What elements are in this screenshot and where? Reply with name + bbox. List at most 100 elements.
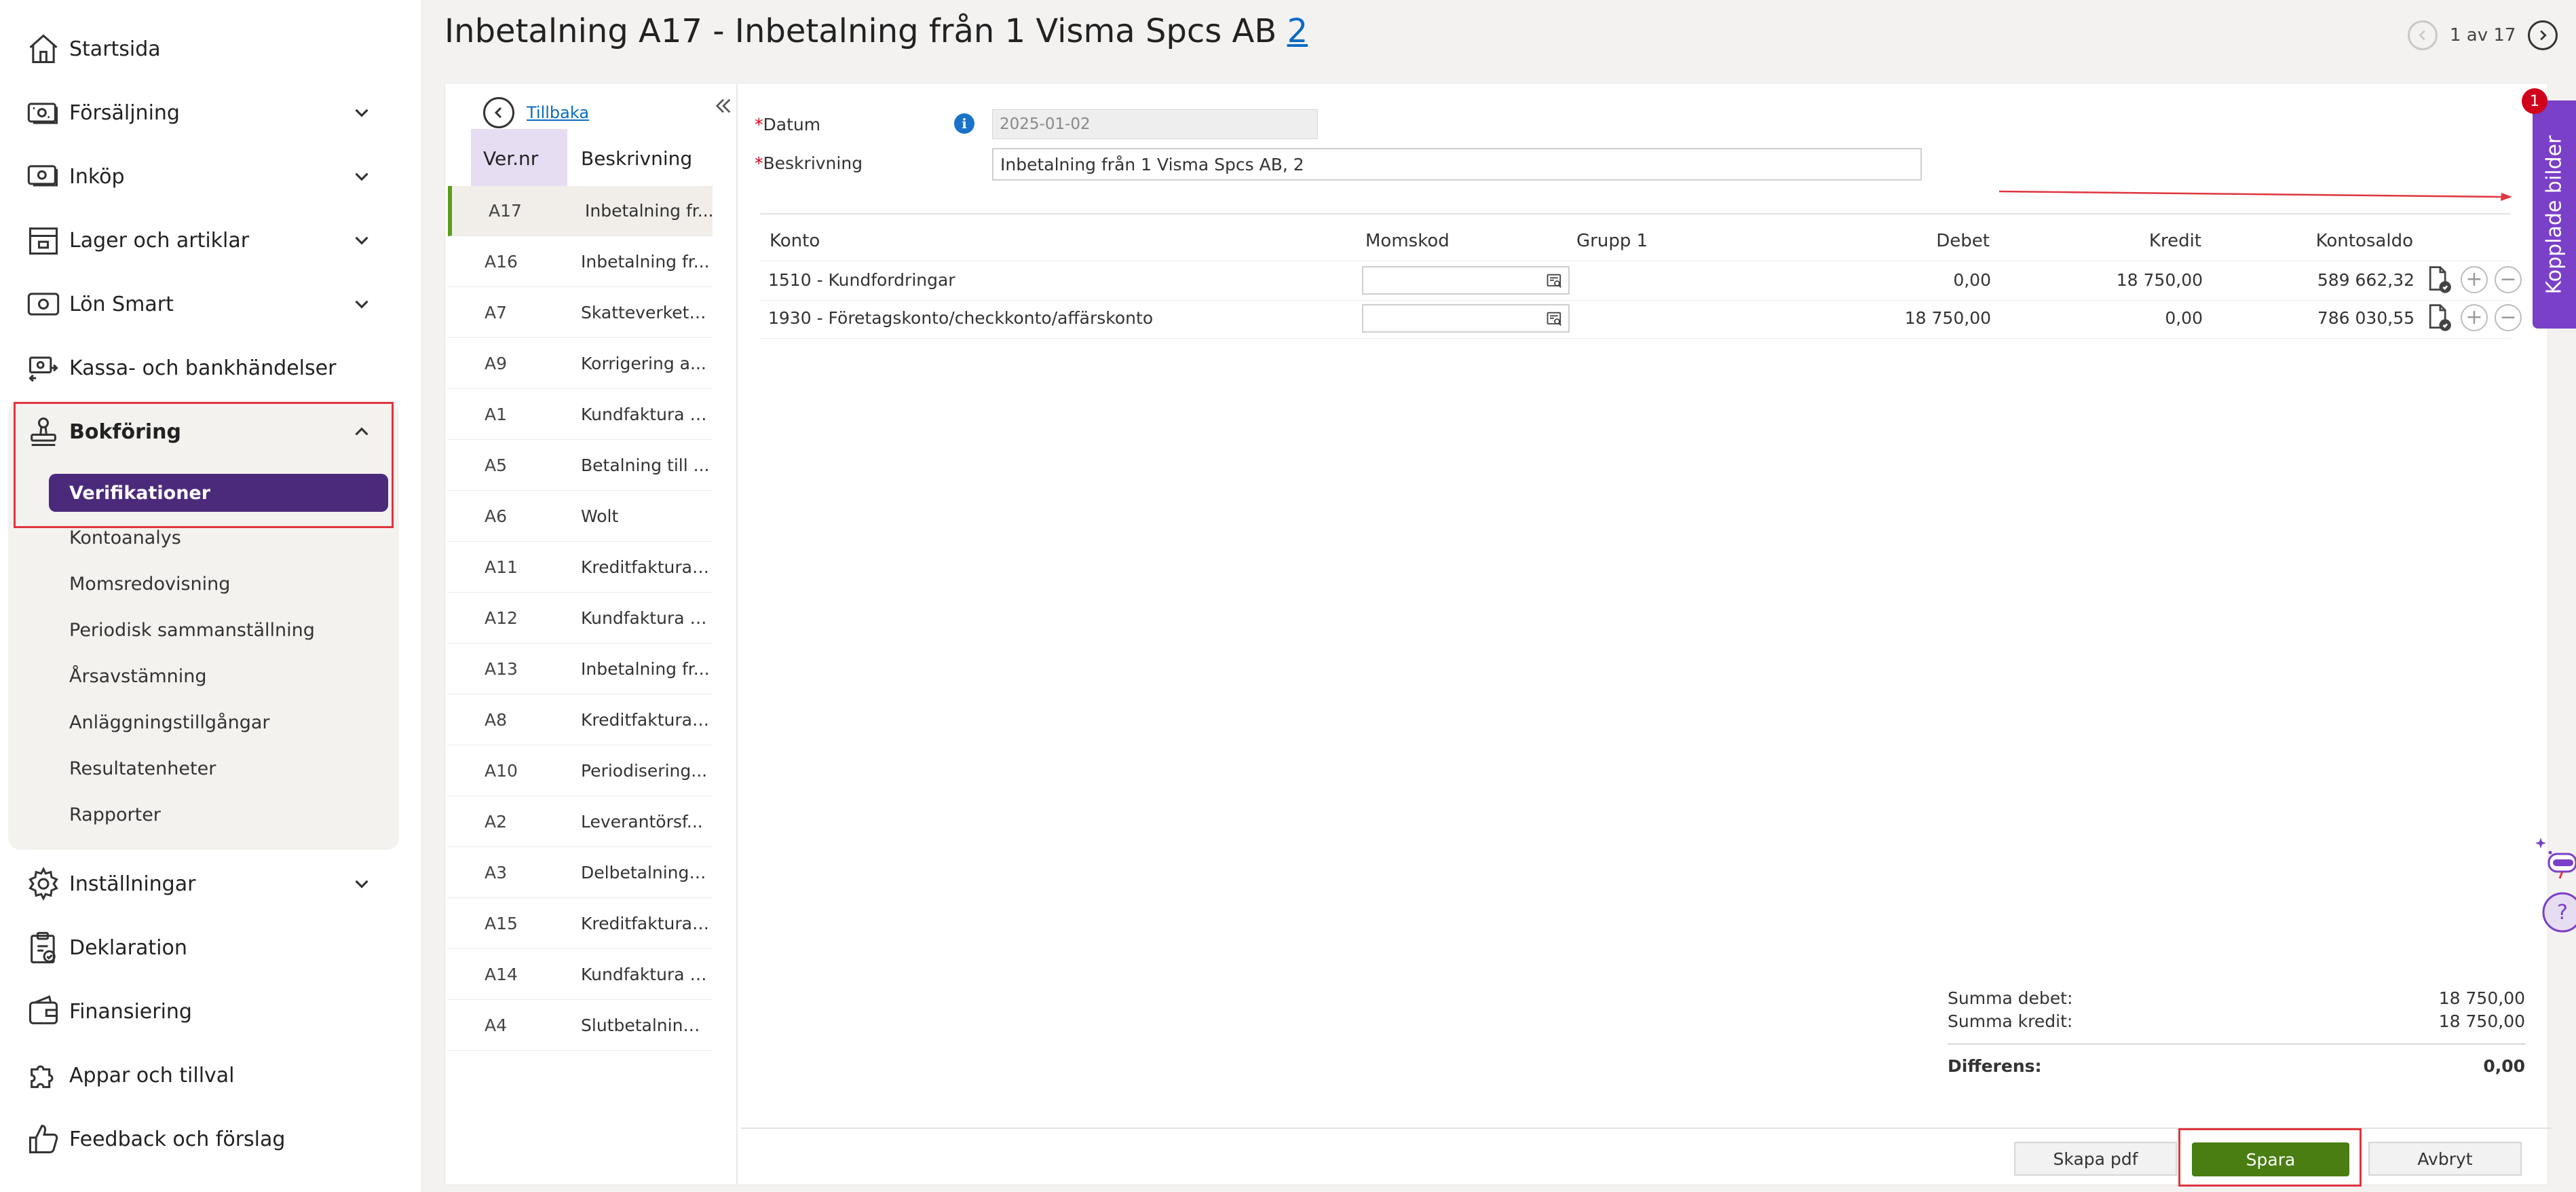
assistant-icon[interactable]: ?: [2535, 834, 2576, 942]
add-row-button[interactable]: +: [2461, 266, 2488, 293]
collapse-panel-icon[interactable]: [713, 95, 734, 117]
add-row-button[interactable]: +: [2461, 304, 2488, 331]
sidebar-subitem-arsavstamning[interactable]: Årsavstämning: [69, 666, 207, 687]
attach-document-icon[interactable]: [2424, 303, 2454, 333]
summa-kredit-value: 18 750,00: [2438, 1011, 2525, 1031]
beskrivning-label: *Beskrivning: [755, 153, 863, 173]
title-link[interactable]: 2: [1287, 12, 1308, 50]
kopplade-bilder-label: Kopplade bilder: [2542, 135, 2566, 294]
list-item[interactable]: A14 Kundfaktura t...: [448, 950, 713, 1000]
sidebar-subitem-rapporter[interactable]: Rapporter: [69, 804, 161, 825]
list-item[interactable]: A8 Kreditfaktura ...: [448, 695, 713, 745]
page-title: Inbetalning A17 - Inbetalning från 1 Vis…: [444, 12, 1308, 50]
chevron-left-icon: [2419, 30, 2425, 41]
table-cell-konto[interactable]: 1510 - Kundfordringar: [768, 270, 955, 290]
previous-button[interactable]: [2408, 20, 2438, 50]
datum-field[interactable]: 2025-01-02: [992, 109, 1318, 139]
sidebar-item-forsaljning[interactable]: Försäljning: [0, 86, 421, 140]
list-item-vernr: A16: [485, 252, 518, 272]
back-link[interactable]: Tillbaka: [527, 103, 589, 122]
lookup-icon[interactable]: [1545, 310, 1564, 329]
list-item-vernr: A14: [485, 965, 518, 984]
list-item[interactable]: A16 Inbetalning fr...: [448, 237, 713, 287]
differens-label: Differens:: [1948, 1056, 2042, 1076]
cancel-button[interactable]: Avbryt: [2368, 1142, 2522, 1176]
sidebar-item-appar[interactable]: Appar och tillval: [0, 1048, 421, 1102]
list-header-right: Beskrivning: [567, 129, 738, 187]
sidebar-item-inkop[interactable]: Inköp: [0, 149, 421, 204]
pager-count: 1 av 17: [2450, 25, 2516, 45]
next-button[interactable]: [2528, 20, 2558, 50]
attach-document-icon[interactable]: [2424, 265, 2454, 295]
table-cell-debet[interactable]: 18 750,00: [1832, 308, 1991, 328]
sidebar-item-installningar[interactable]: Inställningar: [0, 857, 421, 911]
table-divider: [760, 300, 2511, 301]
table-cell-debet[interactable]: 0,00: [1832, 270, 1991, 290]
list-item[interactable]: A4 Slutbetalning ...: [448, 1001, 713, 1051]
sidebar-item-finansiering[interactable]: Finansiering: [0, 984, 421, 1039]
list-item-vernr: A17: [489, 201, 522, 221]
list-item-description: Kreditfaktura ...: [581, 710, 710, 730]
sidebar-subitem-anlaggning[interactable]: Anläggningstillgångar: [69, 712, 270, 733]
lookup-icon[interactable]: [1545, 272, 1564, 291]
list-item[interactable]: A2 Leverantörsf...: [448, 797, 713, 847]
chevron-left-icon: [494, 107, 502, 119]
list-item-description: Kundfaktura t...: [581, 405, 710, 424]
list-item-vernr: A3: [485, 863, 508, 882]
datum-label: *Datum: [755, 115, 821, 134]
list-item-vernr: A9: [485, 354, 508, 373]
remove-row-button[interactable]: −: [2495, 304, 2522, 331]
list-item-description: Betalning till ...: [581, 455, 710, 475]
chevron-right-icon: [2540, 30, 2547, 41]
sidebar-subitem-resultatenheter[interactable]: Resultatenheter: [69, 758, 216, 779]
sidebar-subitem-momsredovisning[interactable]: Momsredovisning: [69, 574, 230, 595]
list-item[interactable]: A10 Periodisering...: [448, 746, 713, 796]
list-item-description: Inbetalning fr...: [581, 659, 710, 679]
sidebar-item-lon-smart[interactable]: Lön Smart: [0, 277, 421, 331]
momskod-input[interactable]: [1362, 266, 1570, 295]
sidebar-item-feedback[interactable]: Feedback och förslag: [0, 1112, 421, 1166]
list-item-description: Periodisering...: [581, 761, 708, 781]
summa-kredit-label: Summa kredit:: [1948, 1011, 2073, 1031]
home-icon: [26, 31, 61, 67]
list-item[interactable]: A9 Korrigering a...: [448, 339, 713, 389]
beskrivning-field[interactable]: Inbetalning från 1 Visma Spcs AB, 2: [992, 148, 1922, 181]
list-item[interactable]: A7 Skatteverket (...: [448, 288, 713, 338]
list-item-vernr: A10: [485, 761, 518, 781]
sidebar-item-kassa-bank[interactable]: Kassa- och bankhändelser: [0, 341, 421, 395]
list-item[interactable]: A15 Kreditfaktura ...: [448, 899, 713, 949]
table-cell-kredit[interactable]: 18 750,00: [1995, 270, 2203, 290]
list-item[interactable]: A11 Kreditfaktura ...: [448, 542, 713, 593]
sidebar-item-lager[interactable]: Lager och artiklar: [0, 213, 421, 267]
list-item[interactable]: A12 Kundfaktura t...: [448, 593, 713, 644]
remove-row-button[interactable]: −: [2495, 266, 2522, 293]
highlight-box: [2178, 1128, 2362, 1187]
col-header-konto: Konto: [770, 231, 820, 251]
list-item-vernr: A2: [485, 812, 508, 832]
sidebar-item-startsida[interactable]: Startsida: [0, 22, 421, 76]
table-cell-kredit[interactable]: 0,00: [1995, 308, 2203, 328]
create-pdf-button[interactable]: Skapa pdf: [2014, 1142, 2177, 1176]
list-item[interactable]: A3 Delbetalning ...: [448, 848, 713, 898]
sidebar-item-deklaration[interactable]: Deklaration: [0, 920, 421, 975]
table-cell-konto[interactable]: 1930 - Företagskonto/checkkonto/affärsko…: [768, 308, 1153, 328]
list-item[interactable]: A13 Inbetalning fr...: [448, 644, 713, 694]
sidebar-subitem-periodisk[interactable]: Periodisk sammanställning: [69, 620, 315, 641]
info-icon[interactable]: i: [954, 113, 974, 134]
list-item[interactable]: A1 Kundfaktura t...: [448, 390, 713, 440]
col-header-kontosaldo: Kontosaldo: [2315, 231, 2413, 251]
list-item-description: Inbetalning fr...: [581, 252, 710, 272]
list-item[interactable]: A6 Wolt: [448, 491, 713, 542]
annotation-arrow: [1999, 190, 2512, 201]
sidebar-subitem-kontoanalys[interactable]: Kontoanalys: [69, 527, 181, 548]
list-item[interactable]: A17 Inbetalning fr...: [448, 186, 714, 236]
back-button[interactable]: [483, 97, 514, 128]
list-item-vernr: A1: [485, 405, 508, 424]
list-item[interactable]: A5 Betalning till ...: [448, 441, 713, 491]
list-item-vernr: A4: [485, 1016, 508, 1035]
list-item-description: Leverantörsf...: [581, 812, 703, 832]
list-item-vernr: A13: [485, 659, 518, 679]
col-header-vernr[interactable]: Ver.nr: [471, 129, 567, 187]
col-header-beskrivning[interactable]: Beskrivning: [581, 129, 692, 187]
momskod-input[interactable]: [1362, 304, 1570, 333]
